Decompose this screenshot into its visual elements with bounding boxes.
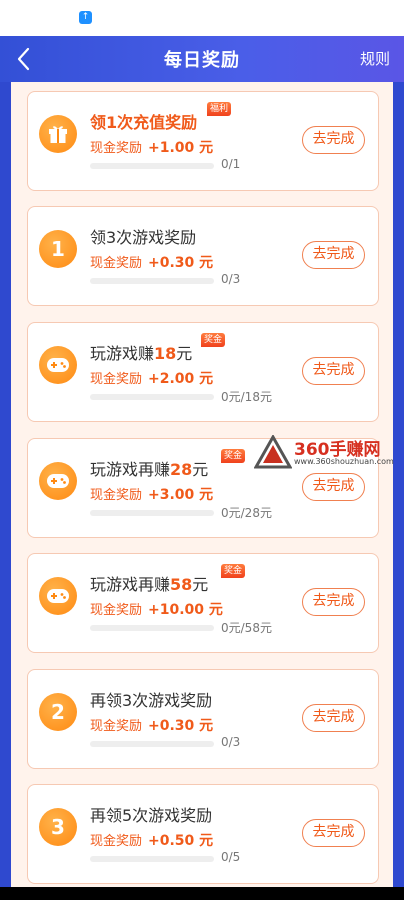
task-title: 玩游戏再赚58元 <box>90 571 208 595</box>
rules-link[interactable]: 规则 <box>360 48 390 69</box>
task-title-text: 领3次游戏奖励 <box>90 228 197 247</box>
app-header: 每日奖励 规则 <box>0 36 404 82</box>
reward-amount: +0.30 元 <box>148 255 214 271</box>
reward-label: 现金奖励 <box>90 256 143 271</box>
navigation-bar <box>0 887 404 900</box>
task-card: 1 领3次游戏奖励现金奖励 +0.30 元 0/3 去完成 <box>27 206 379 306</box>
reward-amount: +2.00 元 <box>148 371 214 387</box>
watermark-url: www.360shouzhuan.com <box>294 457 394 466</box>
task-title-text: 再领5次游戏奖励 <box>90 806 213 825</box>
reward-label: 现金奖励 <box>90 141 143 156</box>
progress-text: 0元/28元 <box>221 506 272 520</box>
task-card: 玩游戏赚18元 奖金现金奖励 +2.00 元 0元/18元 去完成 <box>27 322 379 422</box>
gamepad-icon <box>39 577 77 615</box>
task-title-text: 玩游戏再赚 <box>90 575 171 594</box>
gamepad-icon <box>39 346 77 384</box>
reward-amount: +3.00 元 <box>148 487 214 503</box>
task-badge: 福利 <box>207 102 232 116</box>
upload-notification-icon: ↑ <box>79 11 92 24</box>
task-title-text: 再领3次游戏奖励 <box>90 691 213 710</box>
reward-label: 现金奖励 <box>90 603 143 618</box>
task-card: 2 再领3次游戏奖励现金奖励 +0.30 元 0/3 去完成 <box>27 669 379 769</box>
task-title: 领3次游戏奖励 <box>90 224 196 248</box>
task-title-amount: 58 <box>170 575 193 594</box>
status-bar: ↑ <box>0 0 404 36</box>
number-3-icon: 3 <box>39 808 77 846</box>
progress-bar <box>90 856 214 862</box>
page-title: 每日奖励 <box>164 50 240 71</box>
reward-line: 现金奖励 +1.00 元 <box>90 137 213 157</box>
reward-label: 现金奖励 <box>90 372 143 387</box>
task-title-amount: 28 <box>170 460 193 479</box>
reward-label: 现金奖励 <box>90 719 143 734</box>
reward-label: 现金奖励 <box>90 488 143 503</box>
reward-line: 现金奖励 +0.30 元 <box>90 252 213 272</box>
reward-line: 现金奖励 +2.00 元 <box>90 368 213 388</box>
progress-text: 0/3 <box>221 272 241 286</box>
task-card: 3 再领5次游戏奖励现金奖励 +0.50 元 0/5 去完成 <box>27 784 379 884</box>
reward-line: 现金奖励 +0.30 元 <box>90 715 213 735</box>
watermark: 360手赚网 www.360shouzhuan.com <box>254 433 404 473</box>
task-badge: 奖金 <box>201 333 226 347</box>
complete-task-button[interactable]: 去完成 <box>302 819 365 847</box>
gift-icon <box>39 115 77 153</box>
progress-text: 0元/18元 <box>221 390 272 404</box>
task-title-amount: 18 <box>154 344 177 363</box>
task-card: 玩游戏再赚58元 奖金现金奖励 +10.00 元 0元/58元 去完成 <box>27 553 379 653</box>
complete-task-button[interactable]: 去完成 <box>302 126 365 154</box>
task-title-text: 玩游戏赚 <box>90 344 155 363</box>
complete-task-button[interactable]: 去完成 <box>302 357 365 385</box>
progress-text: 0/3 <box>221 735 241 749</box>
reward-line: 现金奖励 +0.50 元 <box>90 830 213 850</box>
task-badge: 奖金 <box>221 564 246 578</box>
reward-label: 现金奖励 <box>90 834 143 849</box>
progress-bar <box>90 394 214 400</box>
progress-bar <box>90 741 214 747</box>
reward-amount: +10.00 元 <box>148 602 223 618</box>
progress-text: 0/5 <box>221 850 241 864</box>
reward-line: 现金奖励 +3.00 元 <box>90 484 213 504</box>
progress-bar <box>90 163 214 169</box>
task-title-unit: 元 <box>192 575 209 594</box>
complete-task-button[interactable]: 去完成 <box>302 473 365 501</box>
task-title: 再领3次游戏奖励 <box>90 687 212 711</box>
progress-text: 0/1 <box>221 157 241 171</box>
gamepad-icon <box>39 462 77 500</box>
task-title-unit: 元 <box>192 460 209 479</box>
task-title: 领1次充值奖励 <box>90 109 197 133</box>
reward-line: 现金奖励 +10.00 元 <box>90 599 223 619</box>
complete-task-button[interactable]: 去完成 <box>302 588 365 616</box>
task-title: 再领5次游戏奖励 <box>90 802 212 826</box>
task-title-text: 玩游戏再赚 <box>90 460 171 479</box>
complete-task-button[interactable]: 去完成 <box>302 241 365 269</box>
progress-bar <box>90 510 214 516</box>
task-title: 玩游戏赚18元 <box>90 340 192 364</box>
task-title-unit: 元 <box>176 344 193 363</box>
task-card: 领1次充值奖励 福利现金奖励 +1.00 元 0/1 去完成 <box>27 91 379 191</box>
progress-text: 0元/58元 <box>221 621 272 635</box>
watermark-logo-icon <box>254 435 292 469</box>
task-title: 玩游戏再赚28元 <box>90 456 208 480</box>
task-title-text: 领1次充值奖励 <box>90 113 198 132</box>
task-badge: 奖金 <box>221 449 246 463</box>
number-1-icon: 1 <box>39 230 77 268</box>
reward-amount: +0.50 元 <box>148 833 214 849</box>
progress-bar <box>90 278 214 284</box>
complete-task-button[interactable]: 去完成 <box>302 704 365 732</box>
number-2-icon: 2 <box>39 693 77 731</box>
progress-bar <box>90 625 214 631</box>
reward-amount: +1.00 元 <box>148 140 214 156</box>
reward-amount: +0.30 元 <box>148 718 214 734</box>
task-list: 领1次充值奖励 福利 现金奖励 +1.00 元 0/1 去完成 1 领3次游戏奖励 现金奖励 +0… <box>11 82 393 887</box>
